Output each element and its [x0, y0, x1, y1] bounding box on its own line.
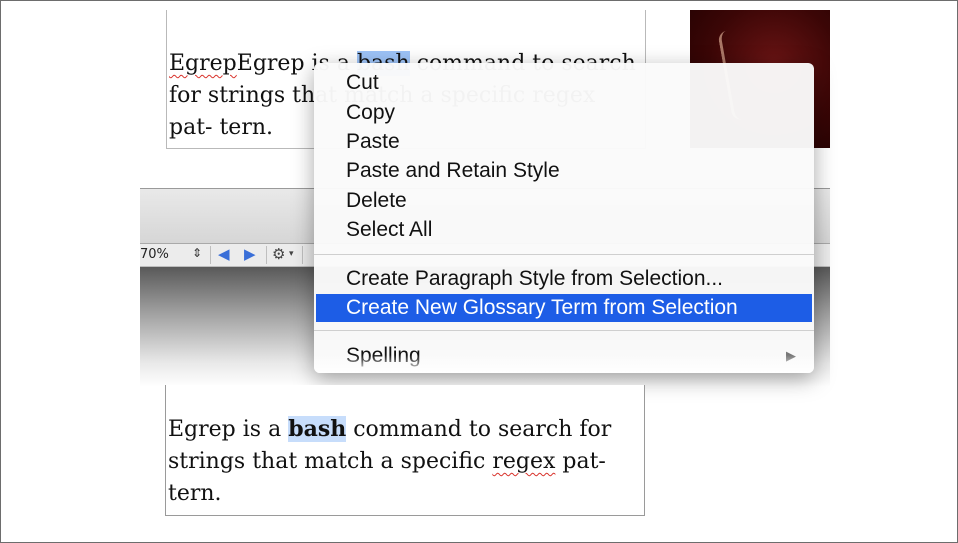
menu-item-cut[interactable]: Cut — [314, 69, 814, 97]
zoom-value[interactable]: 70% — [140, 247, 169, 262]
menu-separator — [314, 330, 814, 331]
zoom-stepper-icon[interactable]: ⇕ — [192, 246, 202, 260]
previous-page-icon[interactable]: ◀ — [218, 245, 230, 263]
menu-item-paste-retain-style[interactable]: Paste and Retain Style — [314, 157, 814, 185]
menu-item-create-glossary-term[interactable]: Create New Glossary Term from Selection — [316, 294, 812, 322]
document-page-bottom: Egrep is a bash command to search for st… — [165, 385, 645, 516]
glossary-term[interactable]: bash — [288, 416, 347, 442]
menu-item-paste[interactable]: Paste — [314, 128, 814, 156]
text-before-selection: Egrep is a — [168, 417, 289, 442]
menu-item-select-all[interactable]: Select All — [314, 216, 814, 244]
context-menu: Cut Copy Paste Paste and Retain Style De… — [314, 63, 814, 373]
misspelled-word: regex — [492, 449, 556, 474]
chevron-down-icon[interactable]: ▾ — [289, 249, 294, 259]
egrep-word: Egrep — [169, 51, 237, 76]
result-paragraph[interactable]: Egrep is a bash command to search for st… — [168, 413, 638, 510]
menu-item-create-paragraph-style[interactable]: Create Paragraph Style from Selection... — [314, 265, 814, 293]
menu-item-delete[interactable]: Delete — [314, 187, 814, 215]
menu-separator — [314, 254, 814, 255]
next-page-icon[interactable]: ▶ — [244, 245, 256, 263]
menu-item-copy[interactable]: Copy — [314, 99, 814, 127]
gear-icon[interactable]: ⚙ — [272, 245, 285, 263]
